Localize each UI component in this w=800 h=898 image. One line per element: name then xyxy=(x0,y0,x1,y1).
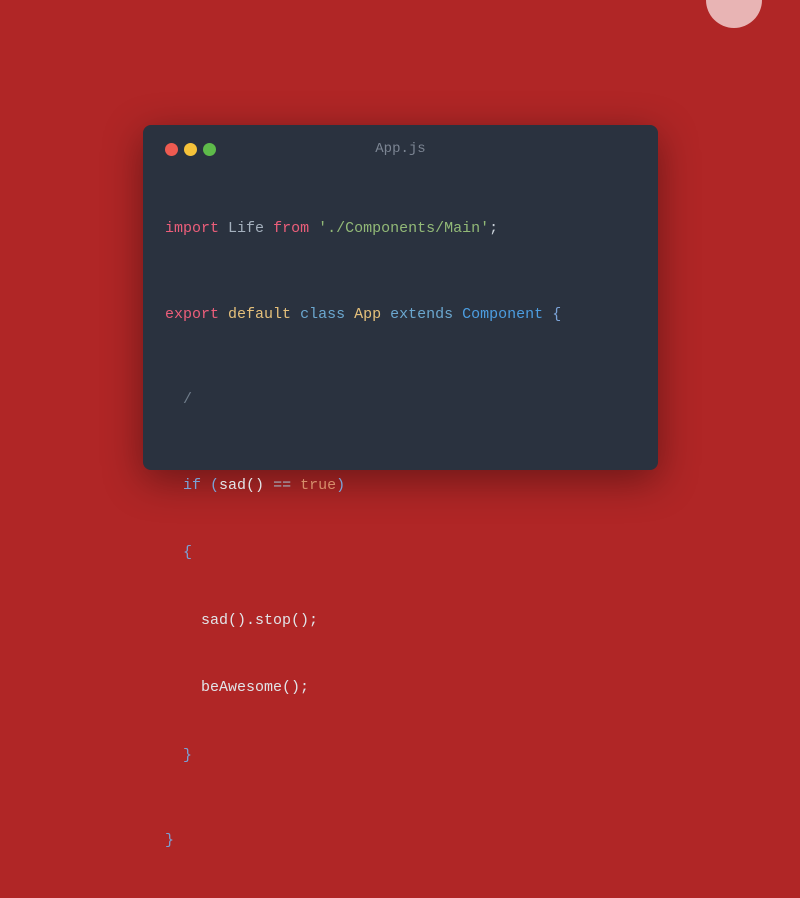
token-keyword: if xyxy=(183,477,201,494)
code-line: } xyxy=(165,745,636,768)
token-paren: ( xyxy=(210,477,219,494)
token-keyword: from xyxy=(273,220,309,237)
token-brace: { xyxy=(552,306,561,323)
token-call: beAwesome(); xyxy=(201,679,309,696)
token-component: Component xyxy=(462,306,543,323)
token-string: './Components/Main' xyxy=(318,220,489,237)
token-comment: / xyxy=(183,391,192,408)
code-line: beAwesome(); xyxy=(165,677,636,700)
token-call: sad() xyxy=(219,477,264,494)
token-operator: == xyxy=(264,477,300,494)
token-brace: } xyxy=(165,832,174,849)
window-title: App.js xyxy=(165,141,636,157)
token-identifier: Life xyxy=(228,220,264,237)
window-titlebar: App.js xyxy=(165,139,636,159)
token-paren: ) xyxy=(336,477,345,494)
token-keyword: class xyxy=(300,306,345,323)
token-call: sad().stop(); xyxy=(201,612,318,629)
code-line: { xyxy=(165,542,636,565)
close-icon[interactable] xyxy=(165,143,178,156)
token-keyword: import xyxy=(165,220,219,237)
token-keyword: default xyxy=(228,306,291,323)
avatar xyxy=(706,0,762,28)
code-editor[interactable]: import Life from './Components/Main'; ex… xyxy=(165,173,636,898)
code-line: sad().stop(); xyxy=(165,610,636,633)
token-keyword: export xyxy=(165,306,219,323)
code-line: / xyxy=(165,389,636,412)
token-brace: } xyxy=(183,747,192,764)
token-keyword: extends xyxy=(390,306,453,323)
token-brace: { xyxy=(183,544,192,561)
code-line: export default class App extends Compone… xyxy=(165,304,636,327)
code-line: import Life from './Components/Main'; xyxy=(165,218,636,241)
maximize-icon[interactable] xyxy=(203,143,216,156)
code-line: if (sad() == true) xyxy=(165,475,636,498)
code-line: } xyxy=(165,830,636,853)
minimize-icon[interactable] xyxy=(184,143,197,156)
token-classname: App xyxy=(354,306,381,323)
token-punct: ; xyxy=(489,220,498,237)
token-literal: true xyxy=(300,477,336,494)
editor-window: App.js import Life from './Components/Ma… xyxy=(143,125,658,470)
window-controls xyxy=(165,143,216,156)
